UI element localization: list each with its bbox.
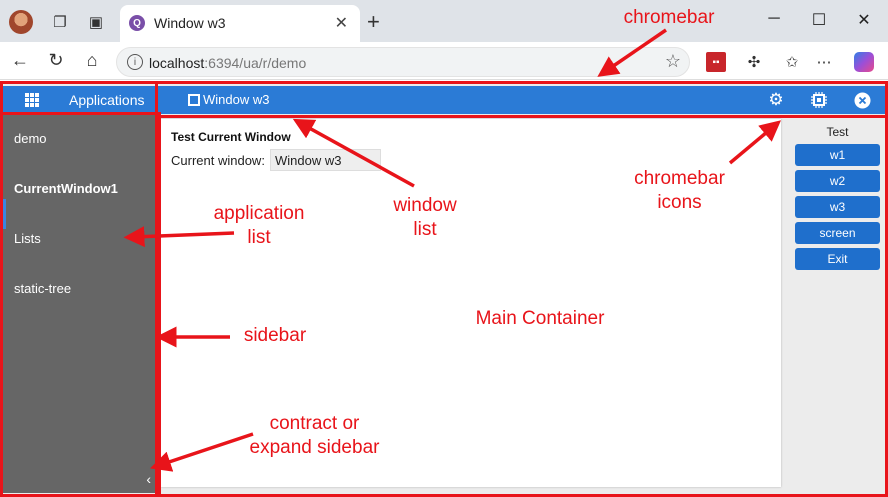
w2-button[interactable]: w2: [795, 170, 880, 192]
sidebar-item-demo[interactable]: demo: [14, 131, 47, 146]
window-list-label: Window w3: [203, 92, 270, 107]
url-text: localhost:6394/ua/r/demo: [149, 55, 307, 71]
annotation-chromebar-icons: chromebar icons: [634, 168, 725, 213]
active-indicator: [3, 199, 6, 229]
workspaces-icon[interactable]: ❐: [48, 10, 72, 34]
test-panel-title: Test: [826, 125, 849, 139]
copilot-icon[interactable]: [854, 52, 874, 72]
vertical-tabs-icon[interactable]: ▣: [84, 10, 108, 34]
browser-toolbar: ← ↻ ⌂ i localhost:6394/ua/r/demo ☆ ▪▪ ✣ …: [0, 42, 888, 80]
current-window-label: Current window:: [171, 153, 265, 168]
minimize-icon[interactable]: ─: [762, 10, 786, 28]
current-window-field[interactable]: [270, 149, 381, 171]
test-panel: Test w1 w2 w3 screen Exit: [790, 119, 885, 487]
home-icon[interactable]: ⌂: [80, 50, 104, 71]
collapse-sidebar-icon[interactable]: ‹: [146, 471, 151, 487]
page-title: Test Current Window: [171, 130, 291, 144]
sidebar-item-currentwindow1[interactable]: CurrentWindow1: [14, 181, 118, 196]
address-bar[interactable]: i localhost:6394/ua/r/demo ☆: [116, 47, 690, 77]
browser-tabstrip: ❐ ▣ Q Window w3 ✕ + ─ ☐ ✕: [0, 0, 888, 42]
reload-icon[interactable]: ↻: [44, 50, 68, 71]
sidebar: demo CurrentWindow1 Lists static-tree ‹: [3, 114, 155, 493]
extension-icon[interactable]: ▪▪: [706, 52, 726, 72]
extensions-puzzle-icon[interactable]: ✣: [744, 52, 764, 72]
favorite-star-icon[interactable]: ☆: [665, 51, 681, 72]
app-root: Applications Window w3 ⚙ demo CurrentWin…: [0, 83, 888, 497]
tab-title: Window w3: [154, 15, 226, 31]
annotation-contract-expand: contract or expand sidebar: [249, 413, 380, 458]
close-tab-icon[interactable]: ✕: [335, 13, 348, 33]
sidebar-header: Applications: [3, 86, 155, 114]
more-menu-icon[interactable]: ⋯: [814, 52, 834, 72]
exit-button[interactable]: Exit: [795, 248, 880, 270]
chip-icon[interactable]: [808, 89, 830, 111]
gear-icon[interactable]: ⚙: [765, 89, 787, 111]
annotation-sidebar: sidebar: [243, 325, 307, 346]
annotation-main-container: Main Container: [475, 308, 605, 329]
window-icon: [188, 93, 200, 106]
maximize-icon[interactable]: ☐: [807, 10, 831, 30]
profile-avatar[interactable]: [9, 10, 33, 34]
sidebar-item-lists[interactable]: Lists: [14, 231, 41, 246]
window-list-item[interactable]: Window w3: [188, 92, 269, 107]
chromebar: Window w3 ⚙: [157, 86, 885, 114]
screen-button[interactable]: screen: [795, 222, 880, 244]
applications-title: Applications: [69, 92, 145, 108]
app-favicon-icon: Q: [129, 15, 145, 31]
w3-button[interactable]: w3: [795, 196, 880, 218]
new-tab-icon[interactable]: +: [367, 9, 380, 35]
site-info-icon[interactable]: i: [127, 54, 143, 70]
annotation-window-list: window list: [393, 195, 457, 240]
apps-grid-icon[interactable]: [25, 93, 39, 107]
annotation-chromebar: chromebar: [623, 7, 715, 28]
w1-button[interactable]: w1: [795, 144, 880, 166]
annotation-application-list: application list: [213, 203, 305, 248]
browser-tab[interactable]: Q Window w3 ✕: [120, 5, 360, 42]
close-window-icon[interactable]: ✕: [852, 10, 876, 30]
close-circle-icon[interactable]: [851, 89, 873, 111]
sidebar-item-static-tree[interactable]: static-tree: [14, 281, 71, 296]
favorites-icon[interactable]: ✩: [782, 52, 802, 72]
back-icon[interactable]: ←: [8, 50, 32, 71]
